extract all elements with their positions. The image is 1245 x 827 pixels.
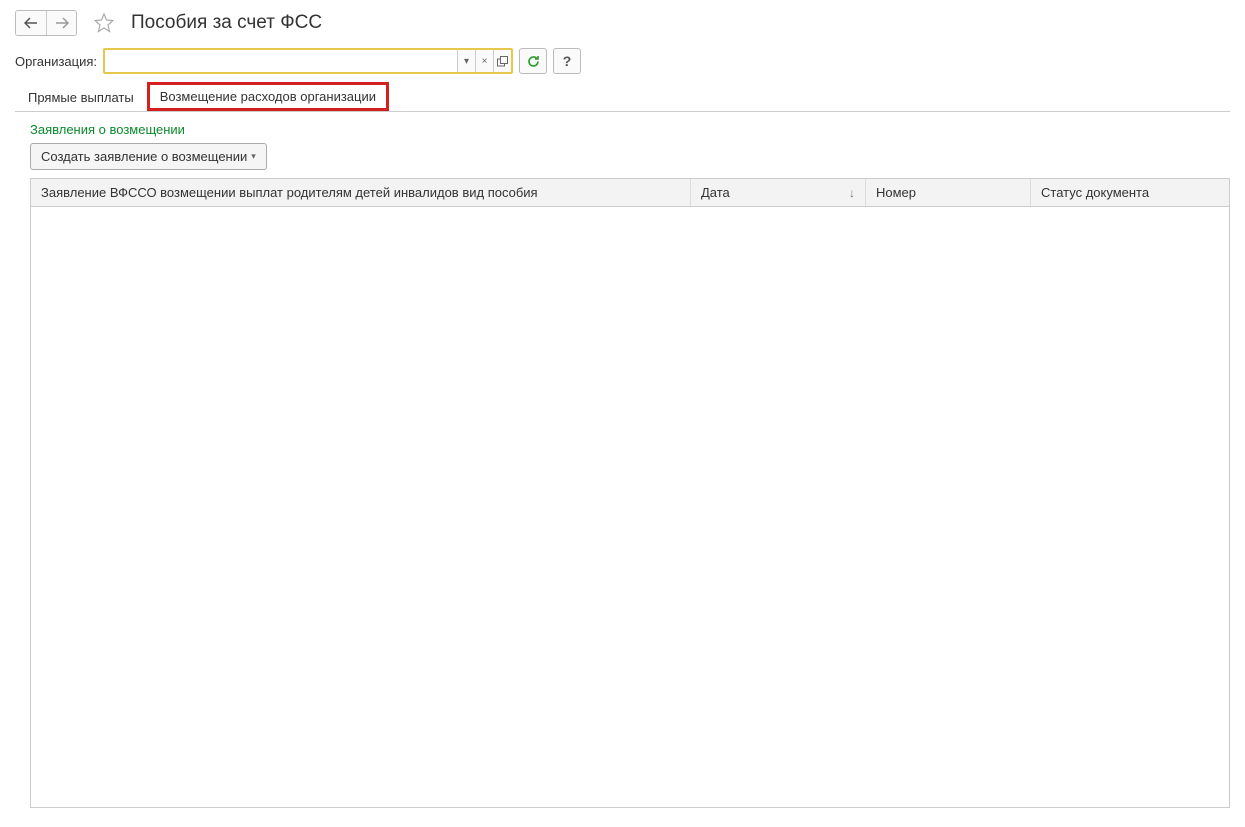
org-dropdown-button[interactable]: ▾ <box>457 50 475 72</box>
arrow-left-icon <box>24 17 38 29</box>
org-label: Организация: <box>15 54 97 69</box>
org-input[interactable] <box>105 50 457 72</box>
refresh-button[interactable] <box>519 48 547 74</box>
tab-reimbursement[interactable]: Возмещение расходов организации <box>147 82 389 111</box>
star-icon <box>94 13 114 33</box>
table-body[interactable] <box>31 207 1229 807</box>
back-button[interactable] <box>16 11 46 35</box>
column-header-date[interactable]: Дата ↓ <box>691 179 866 206</box>
org-open-button[interactable] <box>493 50 511 72</box>
column-header-number-label: Номер <box>876 185 916 200</box>
nav-buttons-group <box>15 10 77 36</box>
column-header-status-label: Статус документа <box>1041 185 1149 200</box>
org-clear-button[interactable]: × <box>475 50 493 72</box>
section-title: Заявления о возмещении <box>0 112 1245 143</box>
tabs-row: Прямые выплаты Возмещение расходов орган… <box>15 82 1230 112</box>
create-button-label: Создать заявление о возмещении <box>41 149 247 164</box>
create-application-button[interactable]: Создать заявление о возмещении ▾ <box>30 143 267 170</box>
help-icon: ? <box>563 53 572 69</box>
column-header-date-label: Дата <box>701 185 730 200</box>
help-button[interactable]: ? <box>553 48 581 74</box>
sort-asc-icon: ↓ <box>849 186 855 200</box>
forward-button[interactable] <box>46 11 76 35</box>
refresh-icon <box>526 54 541 69</box>
open-external-icon <box>497 56 508 67</box>
chevron-down-icon: ▾ <box>251 151 256 162</box>
org-field-wrapper: ▾ × <box>103 48 513 74</box>
tab-direct-payments[interactable]: Прямые выплаты <box>15 83 147 112</box>
column-header-status[interactable]: Статус документа <box>1031 179 1229 206</box>
column-header-number[interactable]: Номер <box>866 179 1031 206</box>
close-icon: × <box>482 56 488 67</box>
column-header-application-label: Заявление ВФССО возмещении выплат родите… <box>41 185 538 200</box>
table-header: Заявление ВФССО возмещении выплат родите… <box>31 179 1229 207</box>
page-title: Пособия за счет ФСС <box>131 12 322 34</box>
arrow-right-icon <box>55 17 69 29</box>
favorite-button[interactable] <box>93 12 115 34</box>
chevron-down-icon: ▾ <box>464 56 469 67</box>
column-header-application[interactable]: Заявление ВФССО возмещении выплат родите… <box>31 179 691 206</box>
applications-table: Заявление ВФССО возмещении выплат родите… <box>30 178 1230 808</box>
